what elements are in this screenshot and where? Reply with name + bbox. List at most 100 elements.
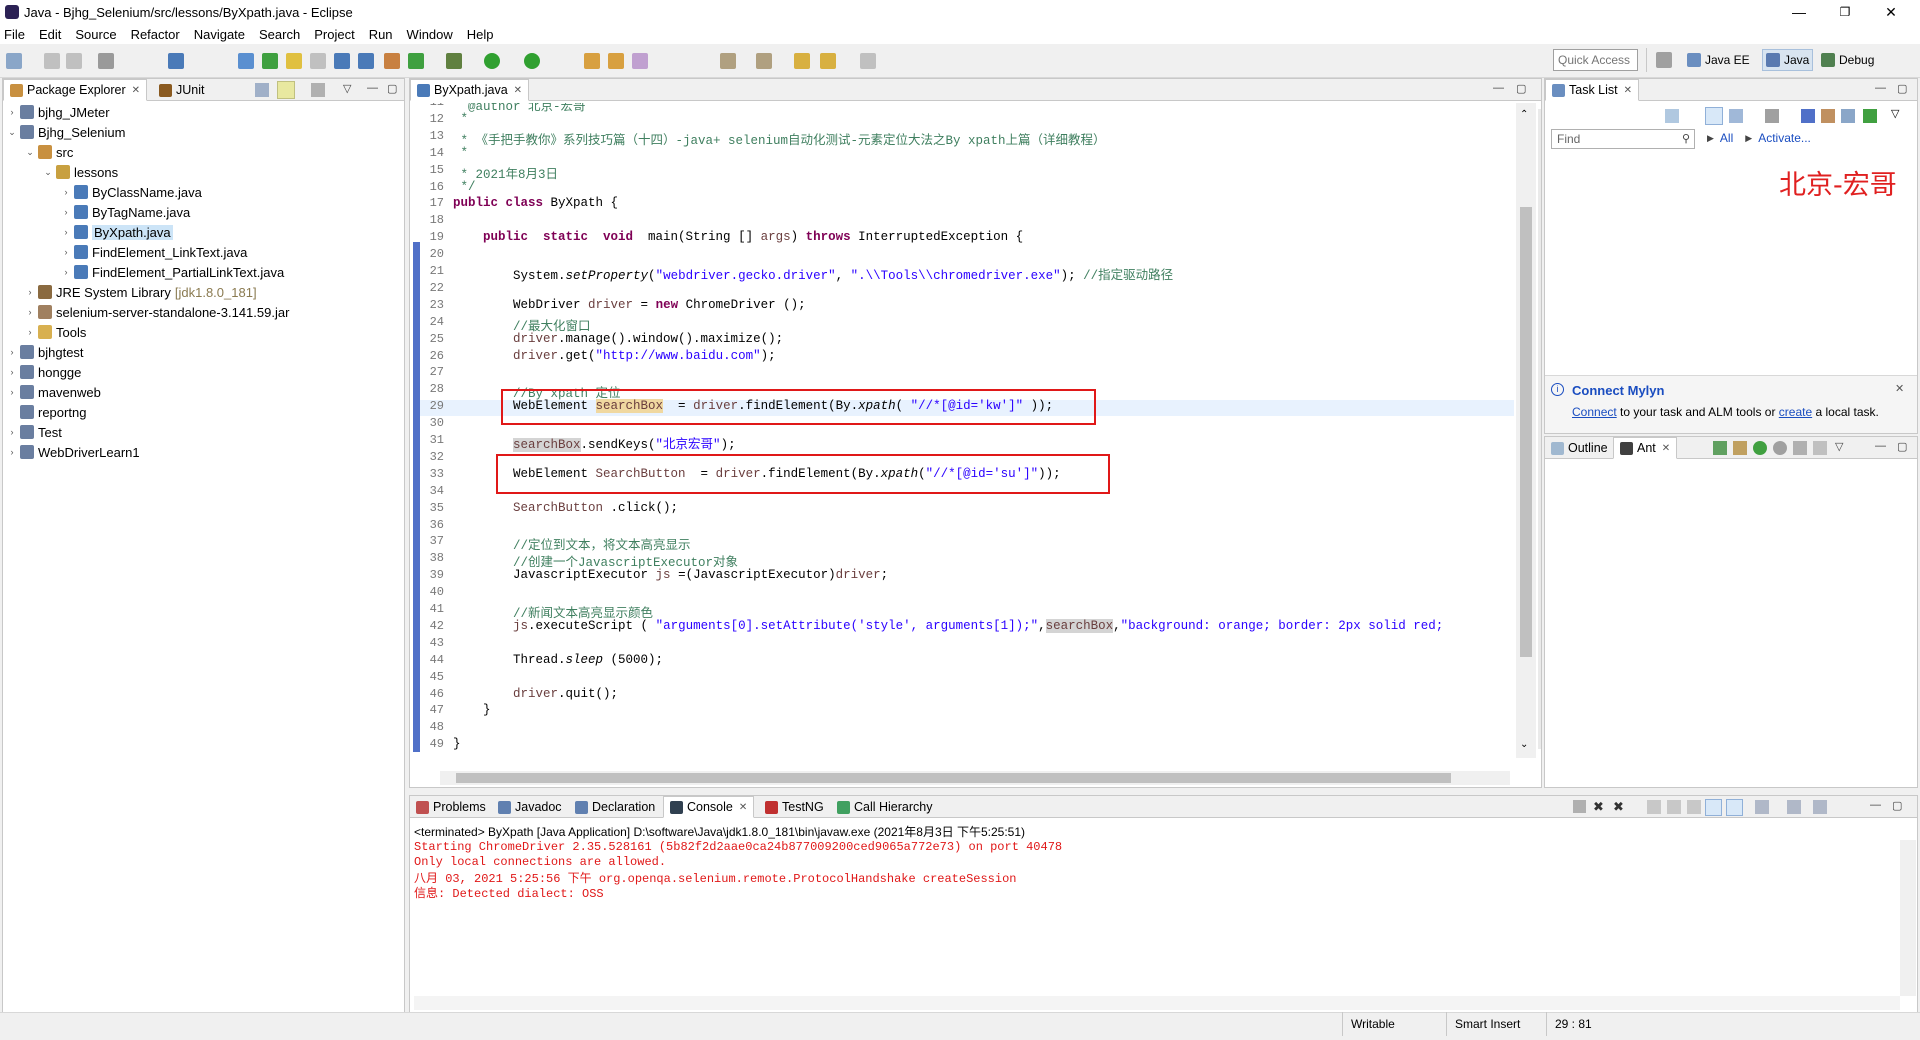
code-line[interactable]: */	[453, 180, 476, 194]
chevron-right-icon[interactable]: ›	[61, 187, 71, 197]
perspective-debug[interactable]: Debug	[1818, 49, 1877, 71]
chevron-right-icon[interactable]: ›	[7, 447, 17, 457]
perspective-java-ee[interactable]: Java EE	[1684, 49, 1753, 71]
sync-icon[interactable]	[1821, 109, 1835, 123]
tree-item[interactable]: › Tools	[3, 322, 87, 342]
testng-icon[interactable]	[384, 53, 400, 69]
menu-window[interactable]: Window	[407, 27, 453, 42]
maximize-icon[interactable]: ▢	[1897, 440, 1907, 453]
code-line[interactable]: driver.get("http://www.baidu.com");	[453, 349, 776, 363]
tree-item[interactable]: › bjhgtest	[3, 342, 84, 362]
tab-console[interactable]: Console ✕	[663, 796, 755, 818]
open-console-icon[interactable]	[1813, 800, 1827, 814]
chevron-right-icon[interactable]: ›	[25, 307, 35, 317]
block-icon[interactable]	[358, 53, 374, 69]
vertical-scrollbar[interactable]	[1900, 840, 1916, 996]
toggle-icon[interactable]	[310, 53, 326, 69]
chevron-down-icon[interactable]: ⌄	[25, 147, 35, 158]
terminate-icon[interactable]	[1573, 800, 1586, 813]
all-link[interactable]: All	[1720, 131, 1733, 145]
code-line[interactable]: *	[453, 146, 469, 160]
find-input[interactable]: Find ⚲	[1551, 129, 1695, 149]
create-link[interactable]: create	[1779, 405, 1812, 419]
menu-source[interactable]: Source	[75, 27, 116, 42]
new-icon[interactable]	[6, 53, 22, 69]
chevron-right-icon[interactable]: ›	[7, 107, 17, 117]
code-line[interactable]: public class ByXpath {	[453, 196, 618, 210]
chevron-right-icon[interactable]: ›	[61, 267, 71, 277]
tree-item[interactable]: › mavenweb	[3, 382, 101, 402]
code-area[interactable]: 11 @author 北京-宏哥 12 * 13 * 《手把手教你》系列技巧篇（十四…	[420, 103, 1514, 753]
code-line[interactable]: public static void main(String [] args) …	[453, 230, 1023, 244]
tree-item[interactable]: › WebDriverLearn1	[3, 442, 140, 462]
perspective-java[interactable]: Java	[1762, 49, 1814, 71]
link-editor-icon[interactable]	[277, 81, 295, 99]
chevron-right-icon[interactable]: ›	[61, 227, 71, 237]
add-search-icon[interactable]	[1733, 441, 1747, 455]
close-button[interactable]: ✕	[1868, 0, 1914, 24]
console-output[interactable]: Starting ChromeDriver 2.35.528161 (5b82f…	[410, 840, 1900, 980]
search-icon[interactable]	[262, 53, 278, 69]
minimize-icon[interactable]: —	[1875, 82, 1886, 94]
hide-completed-icon[interactable]	[1801, 109, 1815, 123]
tree-item[interactable]: › FindElement_LinkText.java	[3, 242, 248, 262]
add-buildfile-icon[interactable]	[1713, 441, 1727, 455]
next-annotation-icon[interactable]	[720, 53, 736, 69]
scroll-down-icon[interactable]: ⌄	[1520, 739, 1528, 750]
maximize-button[interactable]: ❐	[1822, 0, 1868, 24]
back-icon[interactable]	[820, 53, 836, 69]
menu-refactor[interactable]: Refactor	[131, 27, 180, 42]
view-menu-icon[interactable]: ▽	[1835, 440, 1843, 453]
tab-testng[interactable]: TestNG	[759, 796, 830, 818]
tree-item[interactable]: ⌄ Bjhg_Selenium	[3, 122, 125, 142]
clear-console-icon[interactable]	[1647, 800, 1661, 814]
code-line[interactable]: * 《手把手教你》系列技巧篇（十四）-java+ selenium自动化测试-元…	[453, 129, 1106, 148]
tab-byxpath-java[interactable]: ByXpath.java ✕	[410, 79, 530, 101]
maximize-icon[interactable]: ▢	[387, 82, 397, 95]
horizontal-scrollbar[interactable]	[414, 996, 1900, 1010]
scroll-up-icon[interactable]: ⌃	[1520, 109, 1528, 120]
tree-item[interactable]: ⌄ lessons	[3, 162, 118, 182]
tab-package-explorer[interactable]: Package Explorer ✕	[3, 79, 148, 101]
minimize-button[interactable]: —	[1776, 0, 1822, 24]
run-icon[interactable]	[484, 53, 500, 69]
menu-project[interactable]: Project	[314, 27, 354, 42]
hammer-icon[interactable]	[238, 53, 254, 69]
code-line[interactable]: searchBox.sendKeys("北京宏哥");	[453, 433, 736, 452]
tree-item[interactable]: ⌄ src	[3, 142, 73, 162]
tree-item[interactable]: › FindElement_PartialLinkText.java	[3, 262, 285, 282]
tab-problems[interactable]: Problems	[410, 796, 492, 818]
minimize-icon[interactable]: —	[367, 82, 378, 94]
print-icon[interactable]	[98, 53, 114, 69]
code-line[interactable]: Thread.sleep (5000);	[453, 653, 663, 667]
chevron-right-icon[interactable]: ›	[25, 287, 35, 297]
activate-link[interactable]: Activate...	[1758, 131, 1811, 145]
minimize-icon[interactable]: —	[1875, 440, 1886, 452]
tab-junit[interactable]: JUnit	[153, 79, 210, 101]
focus-icon[interactable]	[1765, 109, 1779, 123]
chevron-right-icon[interactable]: ›	[7, 427, 17, 437]
refresh-icon[interactable]	[1863, 109, 1877, 123]
coverage-icon[interactable]	[524, 53, 540, 69]
code-line[interactable]: }	[453, 703, 491, 717]
close-icon[interactable]: ✕	[739, 802, 747, 813]
tree-item[interactable]: › JRE System Library [jdk1.8.0_181]	[3, 282, 257, 302]
word-wrap-icon[interactable]	[1687, 800, 1701, 814]
tree-item[interactable]: › ByTagName.java	[3, 202, 191, 222]
code-line[interactable]: @author 北京-宏哥	[453, 103, 586, 114]
view-menu-icon[interactable]: ▽	[1891, 107, 1899, 120]
close-icon[interactable]: ✕	[1662, 443, 1670, 454]
close-icon[interactable]: ✕	[132, 85, 140, 96]
tab-call-hierarchy[interactable]: Call Hierarchy	[831, 796, 939, 818]
tree-item[interactable]: › Test	[3, 422, 62, 442]
tree-item[interactable]: › ByXpath.java	[3, 222, 173, 242]
tree-item[interactable]: reportng	[3, 402, 86, 422]
chevron-right-icon[interactable]: ›	[7, 367, 17, 377]
close-icon[interactable]: ✕	[1624, 85, 1632, 96]
close-icon[interactable]: ✕	[514, 85, 522, 96]
code-line[interactable]: JavascriptExecutor js =(JavascriptExecut…	[453, 568, 888, 582]
code-line[interactable]: System.setProperty("webdriver.gecko.driv…	[453, 264, 1173, 283]
open-type-icon[interactable]	[584, 53, 600, 69]
connect-link[interactable]: Connect	[1572, 405, 1617, 419]
remove-icon[interactable]	[1793, 441, 1807, 455]
